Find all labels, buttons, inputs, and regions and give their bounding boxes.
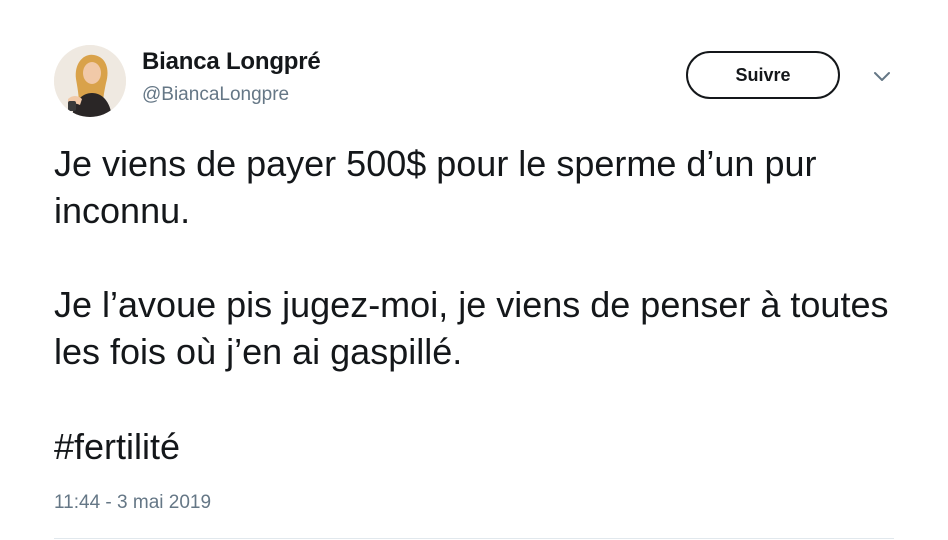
tweet-timestamp[interactable]: 11:44 - 3 mai 2019 — [54, 492, 211, 514]
tweet-paragraph-2: Je l’avoue pis jugez-moi, je viens de pe… — [54, 284, 889, 372]
tweet-card: Bianca Longpré @BiancaLongpre Suivre Je … — [0, 0, 948, 540]
avatar[interactable] — [54, 45, 126, 117]
divider — [54, 538, 894, 539]
author-display-name[interactable]: Bianca Longpré — [142, 48, 321, 76]
tweet-paragraph-1: Je viens de payer 500$ pour le sperme d’… — [54, 143, 817, 231]
follow-button[interactable]: Suivre — [686, 51, 840, 99]
chevron-down-icon[interactable] — [872, 70, 892, 84]
author-handle[interactable]: @BiancaLongpre — [142, 84, 289, 106]
tweet-text: Je viens de payer 500$ pour le sperme d’… — [54, 140, 924, 375]
hashtag-link[interactable]: #fertilité — [54, 423, 180, 470]
avatar-image — [54, 45, 126, 117]
